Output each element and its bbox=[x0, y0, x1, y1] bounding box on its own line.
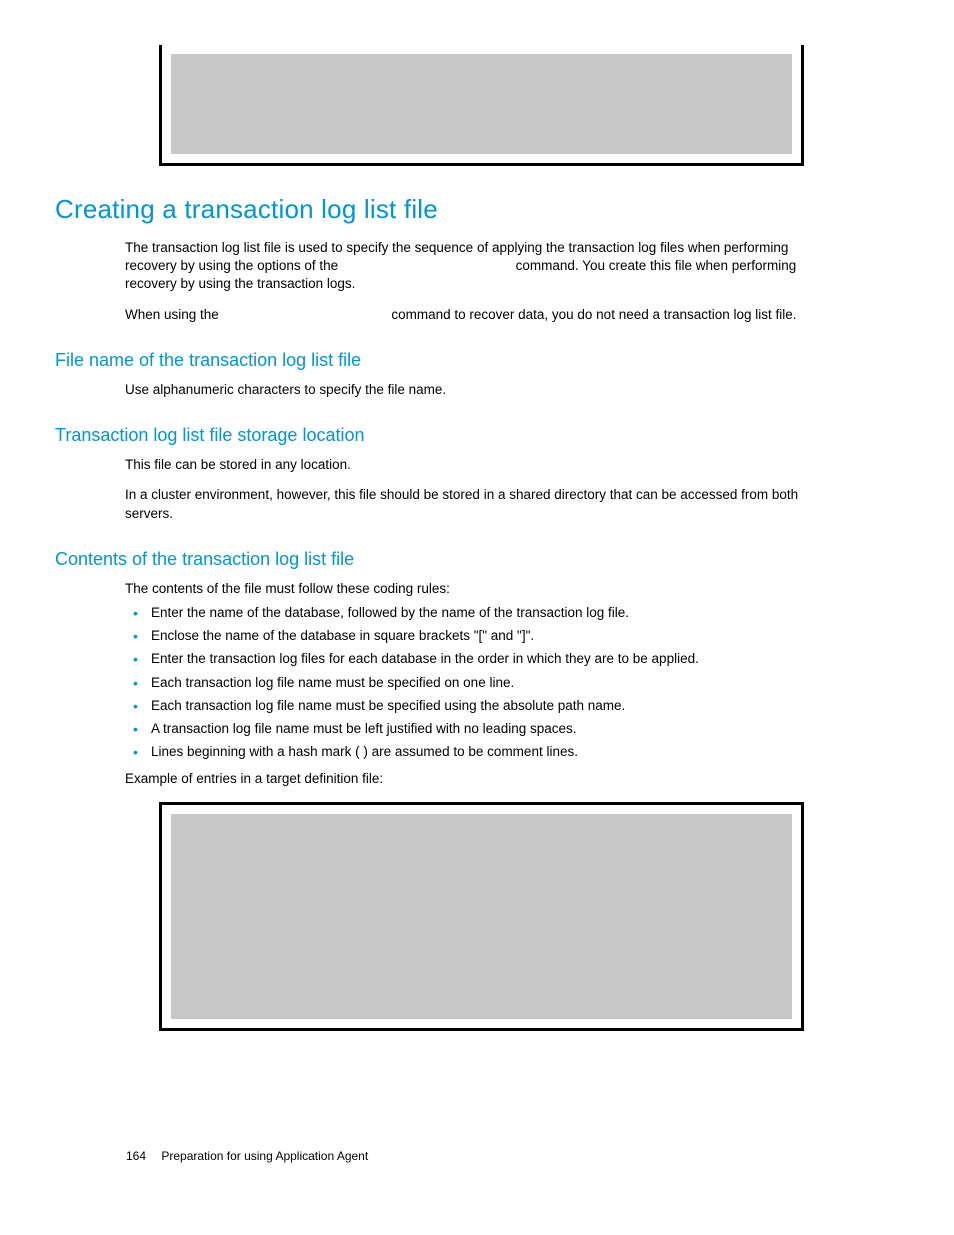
sec3-body: The contents of the file must follow the… bbox=[125, 580, 828, 788]
list-item: Lines beginning with a hash mark ( ) are… bbox=[125, 743, 828, 761]
list-item: Enter the name of the database, followed… bbox=[125, 604, 828, 622]
code-box-top-inner bbox=[171, 54, 792, 154]
page-number: 164 bbox=[126, 1149, 146, 1163]
heading-1: Creating a transaction log list file bbox=[55, 194, 828, 225]
list-item: Enter the transaction log files for each… bbox=[125, 650, 828, 668]
intro-para-1: The transaction log list file is used to… bbox=[125, 239, 828, 294]
code-box-bottom bbox=[159, 802, 804, 1031]
text: command to recover data, you do not need… bbox=[388, 307, 797, 322]
sec1-para: Use alphanumeric characters to specify t… bbox=[125, 381, 828, 399]
code-box-bottom-inner bbox=[171, 814, 792, 1019]
list-item: Enclose the name of the database in squa… bbox=[125, 627, 828, 645]
text: When using the bbox=[125, 307, 223, 322]
list-item: A transaction log file name must be left… bbox=[125, 720, 828, 738]
code-box-top bbox=[159, 45, 804, 166]
list-item: Each transaction log file name must be s… bbox=[125, 697, 828, 715]
rules-list: Enter the name of the database, followed… bbox=[125, 604, 828, 762]
heading-contents: Contents of the transaction log list fil… bbox=[55, 549, 828, 570]
example-lead: Example of entries in a target definitio… bbox=[125, 770, 828, 788]
sec2-body: This file can be stored in any location.… bbox=[125, 456, 828, 523]
footer-title: Preparation for using Application Agent bbox=[161, 1149, 368, 1163]
page: Creating a transaction log list file The… bbox=[0, 0, 954, 1235]
heading-storage: Transaction log list file storage locati… bbox=[55, 425, 828, 446]
sec2-para-1: This file can be stored in any location. bbox=[125, 456, 828, 474]
sec3-lead: The contents of the file must follow the… bbox=[125, 580, 828, 598]
heading-filename: File name of the transaction log list fi… bbox=[55, 350, 828, 371]
intro-block: The transaction log list file is used to… bbox=[125, 239, 828, 324]
list-item: Each transaction log file name must be s… bbox=[125, 674, 828, 692]
sec1-body: Use alphanumeric characters to specify t… bbox=[125, 381, 828, 399]
sec2-para-2: In a cluster environment, however, this … bbox=[125, 486, 828, 522]
page-footer: 164 Preparation for using Application Ag… bbox=[126, 1149, 368, 1163]
intro-para-2: When using the command to recover data, … bbox=[125, 306, 828, 324]
